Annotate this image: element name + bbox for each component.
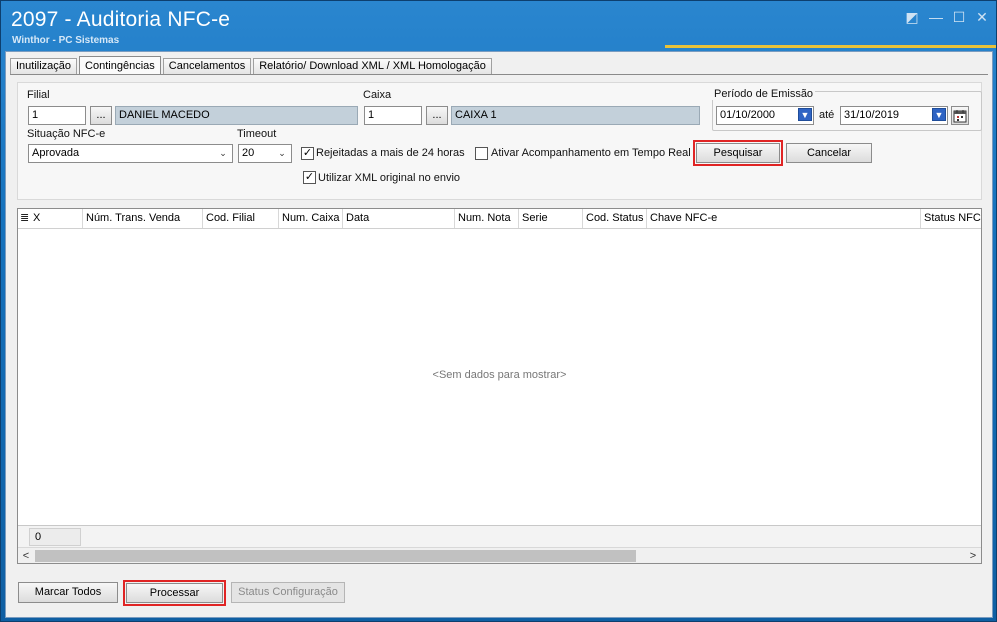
rejeitadas-checkbox[interactable]: ✓: [301, 147, 314, 160]
grid-footer: 0: [18, 525, 981, 547]
calendar-icon: [953, 110, 967, 123]
periodo-separator: até: [819, 109, 835, 121]
chevron-down-icon[interactable]: ▼: [798, 108, 812, 121]
periodo-start-value: 01/10/2000: [720, 109, 776, 121]
pesquisar-button[interactable]: Pesquisar: [693, 140, 783, 166]
empty-grid-message: <Sem dados para mostrar>: [432, 369, 567, 381]
app-window: 2097 - Auditoria NFC-e Winthor - PC Sist…: [0, 0, 997, 622]
chevron-down-icon: ⌄: [278, 148, 286, 158]
tab-cancelamentos[interactable]: Cancelamentos: [162, 58, 252, 74]
column-header-num-trans-venda[interactable]: Núm. Trans. Venda: [83, 209, 203, 228]
caixa-label: Caixa: [363, 89, 392, 101]
minimize-icon[interactable]: —: [927, 8, 945, 26]
window-title: 2097 - Auditoria NFC-e: [11, 8, 231, 31]
maximize-icon[interactable]: ☐: [950, 8, 968, 26]
column-header-num-caixa[interactable]: Num. Caixa: [279, 209, 343, 228]
title-bar[interactable]: 2097 - Auditoria NFC-e Winthor - PC Sist…: [1, 1, 996, 51]
results-grid[interactable]: ≣ X Núm. Trans. Venda Cod. Filial Num. C…: [17, 208, 982, 564]
periodo-end-value: 31/10/2019: [844, 109, 900, 121]
periodo-label: Período de Emissão: [712, 88, 816, 100]
tab-inutilizacao[interactable]: Inutilização: [10, 58, 78, 74]
column-header-chave-nfce[interactable]: Chave NFC-e: [647, 209, 921, 228]
column-header-status-nfce[interactable]: Status NFC-e: [921, 209, 981, 228]
cancelar-button[interactable]: Cancelar: [786, 143, 872, 163]
xml-original-checkbox[interactable]: ✓: [303, 171, 316, 184]
chevron-down-icon[interactable]: ▼: [932, 108, 946, 121]
filial-code-input[interactable]: 1: [28, 106, 86, 125]
processar-button[interactable]: Processar: [123, 580, 226, 606]
filial-label: Filial: [27, 89, 50, 101]
filial-name-field: DANIEL MACEDO: [115, 106, 358, 125]
tab-contingencias[interactable]: Contingências: [79, 56, 161, 75]
rejeitadas-label: Rejeitadas a mais de 24 horas: [316, 147, 465, 159]
situacao-value: Aprovada: [32, 147, 80, 159]
grid-header: ≣ X Núm. Trans. Venda Cod. Filial Num. C…: [18, 209, 981, 229]
column-header-data[interactable]: Data: [343, 209, 455, 228]
situacao-label: Situação NFC-e: [27, 128, 106, 140]
close-icon[interactable]: ✕: [973, 8, 991, 26]
tab-strip: Inutilização Contingências Cancelamentos…: [10, 56, 494, 75]
timeout-value: 20: [242, 147, 255, 159]
title-accent-line: [665, 45, 996, 48]
scroll-left-icon[interactable]: <: [18, 548, 34, 564]
chevron-down-icon: ⌄: [219, 148, 227, 158]
timeout-label: Timeout: [237, 128, 277, 140]
periodo-end-input[interactable]: 31/10/2019 ▼: [840, 106, 948, 125]
horizontal-scrollbar[interactable]: < >: [18, 547, 981, 563]
acompanhamento-checkbox[interactable]: [475, 147, 488, 160]
xml-original-label: Utilizar XML original no envio: [318, 172, 461, 184]
caixa-name-field: CAIXA 1: [451, 106, 700, 125]
column-header-num-nota[interactable]: Num. Nota: [455, 209, 519, 228]
window-subtitle: Winthor - PC Sistemas: [12, 35, 120, 46]
tab-relatorio-download-xml[interactable]: Relatório/ Download XML / XML Homologaçã…: [253, 58, 492, 74]
filter-panel: Filial 1 ... DANIEL MACEDO Caixa 1 ... C…: [17, 82, 982, 200]
status-configuracao-button: Status Configuração: [231, 582, 345, 603]
caixa-code-input[interactable]: 1: [364, 106, 422, 125]
restore-icon[interactable]: ◩: [903, 8, 921, 26]
filial-lookup-button[interactable]: ...: [90, 106, 112, 125]
timeout-select[interactable]: 20 ⌄: [238, 144, 292, 163]
record-count: 0: [29, 528, 81, 546]
scroll-thumb[interactable]: [35, 550, 636, 562]
situacao-select[interactable]: Aprovada ⌄: [28, 144, 233, 163]
marcar-todos-button[interactable]: Marcar Todos: [18, 582, 118, 603]
acompanhamento-label: Ativar Acompanhamento em Tempo Real: [491, 147, 691, 159]
scroll-right-icon[interactable]: >: [965, 548, 981, 564]
column-header-cod-filial[interactable]: Cod. Filial: [203, 209, 279, 228]
grid-menu-icon[interactable]: ≣: [18, 209, 30, 228]
calendar-button[interactable]: [951, 106, 969, 125]
column-header-serie[interactable]: Serie: [519, 209, 583, 228]
column-header-cod-status[interactable]: Cod. Status: [583, 209, 647, 228]
caixa-lookup-button[interactable]: ...: [426, 106, 448, 125]
periodo-start-input[interactable]: 01/10/2000 ▼: [716, 106, 814, 125]
client-area: Inutilização Contingências Cancelamentos…: [5, 51, 993, 618]
column-header-x[interactable]: X: [30, 209, 83, 228]
tab-divider: [10, 74, 988, 75]
